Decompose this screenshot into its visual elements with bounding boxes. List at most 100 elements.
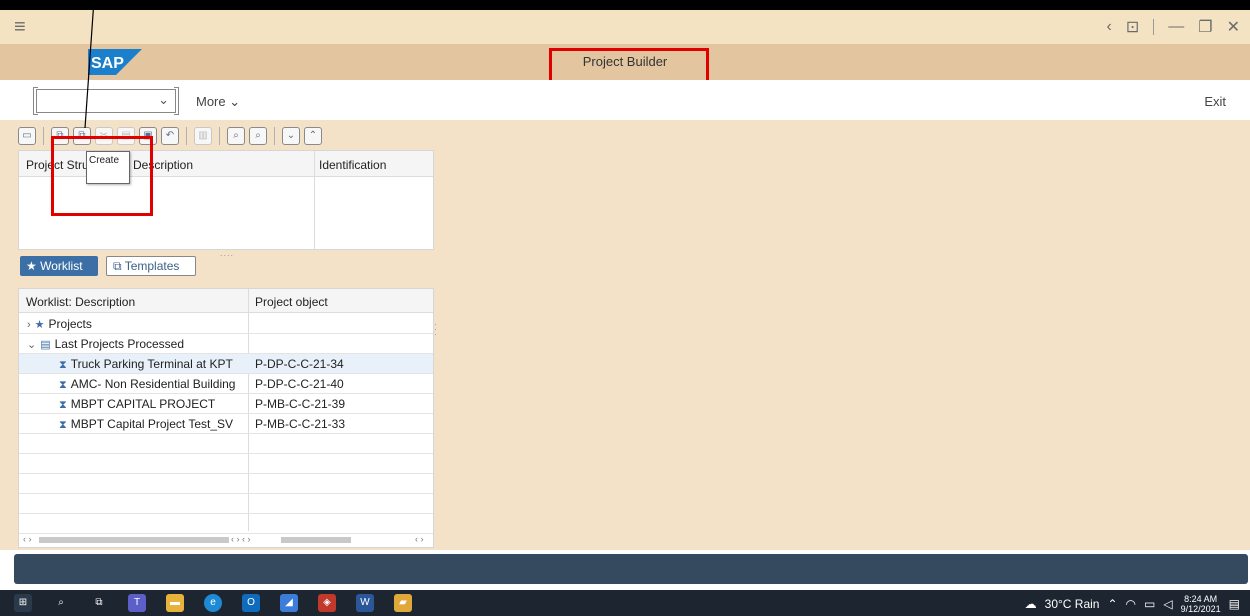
table-row[interactable]: ⧗ Truck Parking Terminal at KPT P-DP-C-C-…: [19, 354, 433, 374]
empty-row: [19, 454, 433, 474]
resize-handle[interactable]: ....: [220, 248, 234, 258]
row-project-object: P-DP-C-C-21-34: [255, 357, 344, 371]
chevron-right-icon[interactable]: ›: [27, 319, 31, 331]
row-description: MBPT CAPITAL PROJECT: [70, 397, 216, 411]
separator: [43, 127, 44, 145]
trash-icon[interactable]: ▥: [194, 127, 212, 145]
separator: [219, 127, 220, 145]
row-project-object: P-DP-C-C-21-40: [255, 377, 344, 391]
column-header-worklist-description[interactable]: Worklist: Description: [26, 295, 135, 309]
collapse-icon[interactable]: ⌃: [304, 127, 322, 145]
table-row[interactable]: ⧗ MBPT CAPITAL PROJECT P-MB-C-C-21-39: [19, 394, 433, 414]
tab-templates[interactable]: ⧉ Templates: [106, 256, 196, 276]
empty-row: [19, 494, 433, 514]
chevron-up-icon[interactable]: ⌃: [1107, 597, 1117, 611]
separator: [274, 127, 275, 145]
table-row[interactable]: ⧗ MBPT Capital Project Test_SV P-MB-C-C-2…: [19, 414, 433, 434]
chevron-down-icon: ⌄: [229, 94, 241, 109]
scroll-thumb[interactable]: [39, 537, 229, 543]
row-description: Last Projects Processed: [54, 337, 185, 351]
create-highlight-box: [51, 136, 153, 216]
separator: [186, 127, 187, 145]
task-view-icon[interactable]: ⧉: [90, 594, 108, 612]
edge-icon[interactable]: e: [204, 594, 222, 612]
row-description: MBPT Capital Project Test_SV: [70, 417, 234, 431]
system-bar: ≡ ‹ ⊡ — ❐ ✕: [0, 10, 1250, 44]
panel-splitter[interactable]: · · ·: [434, 320, 437, 339]
weather-text[interactable]: 30°C Rain: [1045, 597, 1100, 611]
security-app-icon[interactable]: ◈: [318, 594, 336, 612]
templates-icon: ⧉: [113, 259, 122, 273]
project-icon: ⧗: [59, 419, 67, 431]
more-menu[interactable]: More ⌄: [196, 94, 240, 110]
notification-icon[interactable]: ▤: [1229, 597, 1240, 611]
scroll-arrows-icon[interactable]: ‹ ›: [415, 534, 424, 544]
empty-row: [19, 514, 433, 534]
word-icon[interactable]: W: [356, 594, 374, 612]
taskbar-icons: ⊞ ⌕ ⧉ T ▬ e O ◢ ◈ W ▰: [14, 594, 412, 612]
sap-gui-icon[interactable]: ▰: [394, 594, 412, 612]
column-header-identification[interactable]: Identification: [319, 158, 386, 172]
clock-date: 9/12/2021: [1180, 604, 1221, 614]
lock-icon[interactable]: ⊡: [1126, 17, 1139, 37]
window-controls: ‹ ⊡ — ❐ ✕: [1107, 17, 1240, 37]
folder-icon: ▤: [40, 339, 51, 351]
weather-icon[interactable]: ☁: [1025, 597, 1037, 611]
find-next-icon[interactable]: ⌕: [249, 127, 267, 145]
empty-row: [19, 434, 433, 454]
tab-worklist[interactable]: ★ Worklist: [20, 256, 98, 276]
sap-window: ≡ ‹ ⊡ — ❐ ✕ SAP Project Builder ⌄ More ⌄…: [0, 0, 1250, 616]
clock-time: 8:24 AM: [1184, 594, 1218, 604]
row-description: AMC- Non Residential Building: [70, 377, 236, 391]
worklist-table: Worklist: Description Project object › ★ P…: [18, 288, 434, 548]
row-project-object: P-MB-C-C-21-33: [255, 417, 346, 431]
close-icon[interactable]: ✕: [1227, 17, 1240, 37]
find-icon[interactable]: ⌕: [227, 127, 245, 145]
teams-icon[interactable]: T: [128, 594, 146, 612]
system-tray: ☁ 30°C Rain ⌃ ◠ ▭ ◁ 8:24 AM 9/12/2021 ▤: [1025, 594, 1240, 614]
file-explorer-icon[interactable]: ▬: [166, 594, 184, 612]
row-description: Truck Parking Terminal at KPT: [70, 357, 233, 371]
chevron-down-icon[interactable]: ⌄: [27, 339, 36, 351]
project-icon: ⧗: [59, 359, 67, 371]
expand-icon[interactable]: ⌄: [282, 127, 300, 145]
row-project-object: P-MB-C-C-21-39: [255, 397, 346, 411]
column-divider: [314, 151, 315, 251]
table-row[interactable]: ⧗ AMC- Non Residential Building P-DP-C-C-…: [19, 374, 433, 394]
field-bracket-right: [174, 87, 179, 115]
column-header-project-object[interactable]: Project object: [255, 295, 328, 309]
horizontal-scrollbar[interactable]: ‹ › ‹ › ‹ › ‹ ›: [19, 533, 433, 547]
exit-button[interactable]: Exit: [1204, 94, 1226, 109]
callout-line: [84, 0, 95, 129]
tab-templates-label: Templates: [124, 259, 180, 273]
back-icon[interactable]: ‹: [1107, 18, 1112, 36]
tab-worklist-label: Worklist: [40, 259, 83, 273]
outlook-icon[interactable]: O: [242, 594, 260, 612]
scroll-arrows-icon[interactable]: ‹ › ‹ ›: [231, 534, 251, 544]
chevron-down-icon[interactable]: ⌄: [158, 92, 169, 108]
restore-icon[interactable]: ❐: [1198, 17, 1212, 37]
wifi-icon[interactable]: ◠: [1126, 597, 1136, 611]
row-description: Projects: [48, 317, 92, 331]
star-icon: ★: [26, 259, 37, 273]
battery-icon[interactable]: ▭: [1144, 597, 1155, 611]
scroll-thumb[interactable]: [281, 537, 351, 543]
project-icon: ⧗: [59, 399, 67, 411]
status-bar: [14, 554, 1248, 584]
search-icon[interactable]: ⌕: [52, 594, 70, 612]
speaker-icon[interactable]: ◁: [1163, 597, 1172, 611]
tree-node-last-projects[interactable]: ⌄ ▤ Last Projects Processed: [19, 334, 433, 354]
clock[interactable]: 8:24 AM 9/12/2021: [1181, 594, 1221, 614]
command-field[interactable]: ⌄: [33, 87, 179, 115]
open-icon[interactable]: ▭: [18, 127, 36, 145]
minimize-icon[interactable]: —: [1168, 18, 1184, 36]
separator: [1153, 19, 1155, 35]
hamburger-icon[interactable]: ≡: [14, 16, 26, 39]
top-border: [0, 0, 1250, 10]
tree-node-projects[interactable]: › ★ Projects: [19, 314, 433, 334]
undo-icon[interactable]: ↶: [161, 127, 179, 145]
star-icon: ★: [34, 319, 45, 331]
windows-start-icon[interactable]: ⊞: [14, 594, 32, 612]
scroll-arrows-icon[interactable]: ‹ ›: [23, 534, 32, 544]
app-icon[interactable]: ◢: [280, 594, 298, 612]
